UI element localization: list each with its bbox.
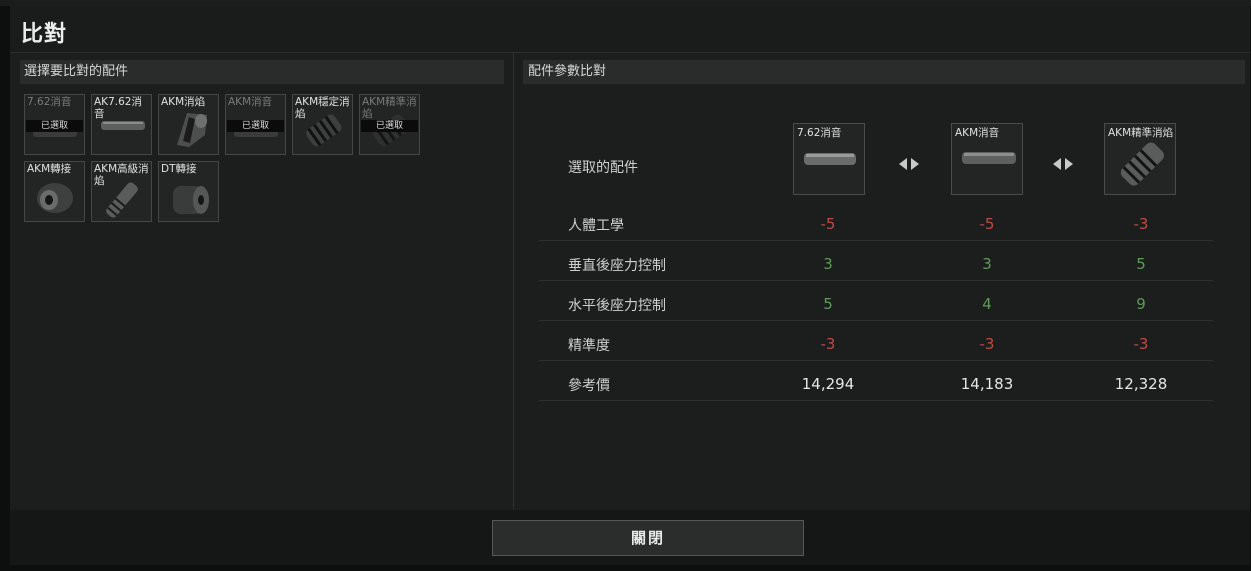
comparison-panel: 配件參數比對 選取的配件 7.62消音 AKM消音 AKM精準消焰 人體工學 -… [523,60,1245,510]
stat-value: 3 [982,255,992,273]
compare-dialog: 比對 選擇要比對的配件 7.62消音 已選取 AK7.62消音 AKM消焰 AK… [10,6,1250,565]
attachment-tile-name: AKM消焰 [161,96,206,108]
attachment-tile[interactable]: DT轉接 [158,161,219,222]
attachment-tile[interactable]: AKM穩定消焰 [292,94,353,155]
stat-value: -5 [820,215,836,233]
stat-row: 人體工學 -5 -5 -3 [539,201,1213,241]
stat-row: 水平後座力控制 5 4 9 [539,281,1213,321]
price-value: 12,328 [1114,375,1168,393]
attachment-tile[interactable]: AKM精準消焰 已選取 [359,94,420,155]
selected-badge: 已選取 [26,120,83,132]
stat-value: -3 [979,335,995,353]
selected-badge: 已選取 [361,120,418,132]
stat-row: 精準度 -3 -3 -3 [539,321,1213,361]
stat-value: 4 [982,295,992,313]
selector-heading: 選擇要比對的配件 [20,60,504,84]
compare-item-2[interactable]: AKM消音 [951,123,1023,195]
attachment-tile-name: AKM穩定消焰 [295,96,350,120]
compare-item-3[interactable]: AKM精準消焰 [1104,123,1176,195]
attachment-tile[interactable]: AKM轉接 [24,161,85,222]
stat-value: 3 [823,255,833,273]
attachment-tile[interactable]: AKM消音 已選取 [225,94,286,155]
attachment-tile-name: AKM高級消焰 [94,163,149,187]
attachment-tile[interactable]: AK7.62消音 [91,94,152,155]
stat-row: 參考價 14,294 14,183 12,328 [539,361,1213,401]
dialog-title: 比對 [21,22,68,47]
attachment-selector-panel: 選擇要比對的配件 7.62消音 已選取 AK7.62消音 AKM消焰 AKM消音… [20,60,506,510]
swap-arrows-icon[interactable] [899,158,919,170]
compare-item-1[interactable]: 7.62消音 [793,123,865,195]
stat-value: -3 [1133,335,1149,353]
attachment-tile[interactable]: 7.62消音 已選取 [24,94,85,155]
title-bar: 比對 [10,6,1250,53]
stat-value: -5 [979,215,995,233]
compare-item-name: AKM精準消焰 [1108,127,1174,139]
stat-label: 水平後座力控制 [568,298,666,314]
attachment-tile-name: 7.62消音 [27,96,72,108]
swap-arrows-icon[interactable] [1053,158,1073,170]
selected-badge: 已選取 [227,120,284,132]
stat-label: 垂直後座力控制 [568,258,666,274]
selected-attachments-label: 選取的配件 [568,160,638,176]
price-value: 14,294 [801,375,855,393]
stat-value: 9 [1136,295,1146,313]
price-value: 14,183 [960,375,1014,393]
stat-value: 5 [823,295,833,313]
close-button[interactable]: 關閉 [492,520,804,556]
dialog-footer: 關閉 [10,510,1250,565]
attachment-tile-name: DT轉接 [161,163,197,175]
attachment-tile[interactable]: AKM消焰 [158,94,219,155]
compare-item-name: 7.62消音 [797,127,842,139]
attachment-tile-name: AK7.62消音 [94,96,142,120]
stat-label: 人體工學 [568,218,624,234]
stat-value: -3 [1133,215,1149,233]
attachment-tile-name: AKM精準消焰 [362,96,417,120]
attachment-tile-name: AKM消音 [228,96,273,108]
comparison-heading: 配件參數比對 [523,60,1245,84]
stat-label: 參考價 [568,378,610,394]
compare-item-name: AKM消音 [955,127,1000,139]
attachment-tile[interactable]: AKM高級消焰 [91,161,152,222]
stat-row: 垂直後座力控制 3 3 5 [539,241,1213,281]
stat-value: 5 [1136,255,1146,273]
attachment-tile-name: AKM轉接 [27,163,72,175]
stat-value: -3 [820,335,836,353]
stat-label: 精準度 [568,338,610,354]
panel-divider [513,52,514,510]
